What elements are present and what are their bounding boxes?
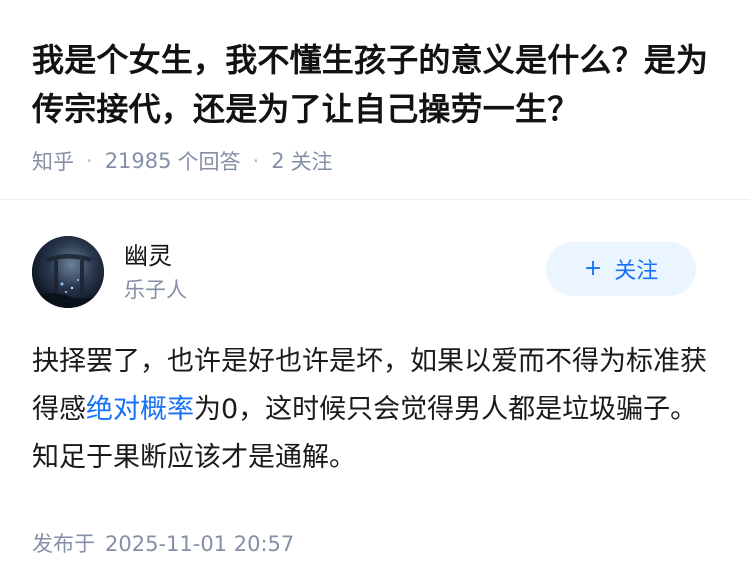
answer-count[interactable]: 21985 bbox=[105, 149, 172, 173]
answer-count-label[interactable]: 个回答 bbox=[178, 146, 241, 176]
meta-separator-dot: · bbox=[252, 149, 260, 173]
avatar[interactable] bbox=[32, 236, 104, 308]
zhihu-answer-page: 我是个女生，我不懂生孩子的意义是什么？是为传宗接代，还是为了让自己操劳一生？ 知… bbox=[0, 0, 750, 586]
question-meta: 知乎 · 21985 个回答 · 2 关注 bbox=[32, 146, 718, 176]
author-info: 幽灵 乐子人 bbox=[124, 239, 187, 305]
avatar-image-icon bbox=[32, 236, 104, 308]
author-name[interactable]: 幽灵 bbox=[124, 239, 187, 273]
follower-count-label[interactable]: 关注 bbox=[291, 146, 333, 176]
author-row: 幽灵 乐子人 + 关注 bbox=[32, 236, 718, 308]
plus-icon: + bbox=[583, 256, 603, 281]
answer-card: 幽灵 乐子人 + 关注 抉择罢了，也许是好也许是坏，如果以爱而不得为标准获得感绝… bbox=[0, 200, 750, 558]
author-bio: 乐子人 bbox=[124, 278, 187, 302]
follow-button-label: 关注 bbox=[614, 259, 659, 284]
publish-timestamp: 2025-11-01 20:57 bbox=[105, 532, 295, 556]
source-label[interactable]: 知乎 bbox=[32, 146, 74, 176]
publish-time: 发布于 2025-11-01 20:57 bbox=[32, 528, 718, 558]
question-title[interactable]: 我是个女生，我不懂生孩子的意义是什么？是为传宗接代，还是为了让自己操劳一生？ bbox=[32, 36, 718, 134]
question-header: 我是个女生，我不懂生孩子的意义是什么？是为传宗接代，还是为了让自己操劳一生？ 知… bbox=[0, 0, 750, 200]
meta-separator-dot: · bbox=[86, 149, 93, 173]
follow-button[interactable]: + 关注 bbox=[546, 242, 696, 296]
publish-label: 发布于 bbox=[32, 532, 95, 556]
answer-inline-link[interactable]: 绝对概率 bbox=[86, 394, 194, 425]
answer-content: 抉择罢了，也许是好也许是坏，如果以爱而不得为标准获得感绝对概率为0，这时候只会觉… bbox=[32, 338, 718, 482]
follower-count[interactable]: 2 bbox=[271, 149, 284, 173]
